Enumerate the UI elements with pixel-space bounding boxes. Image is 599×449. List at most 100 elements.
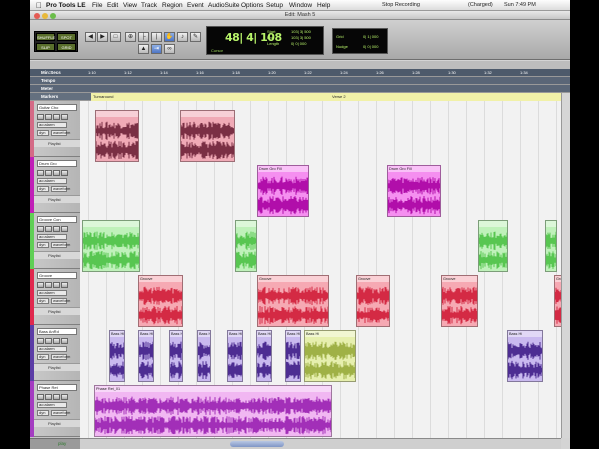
audio-region[interactable]: Bass Hi xyxy=(507,330,543,382)
audio-region[interactable] xyxy=(95,110,139,162)
input-monitor-button[interactable] xyxy=(45,338,52,344)
slip-mode-button[interactable]: SLIP xyxy=(36,43,55,51)
selector-tool-icon[interactable]: | xyxy=(151,32,162,42)
track-input-selector[interactable]: ao:alarm xyxy=(37,178,67,184)
mute-button[interactable] xyxy=(61,114,68,120)
solo-button[interactable] xyxy=(53,282,60,288)
audio-region[interactable]: Drum Gro Fill xyxy=(387,165,441,217)
playlist-selector[interactable]: Playlist xyxy=(34,139,80,147)
audio-region[interactable]: Drum Gro Fill xyxy=(257,165,309,217)
record-button[interactable] xyxy=(37,114,44,120)
apple-icon[interactable]:  xyxy=(36,0,42,11)
menu-window[interactable]: Window xyxy=(289,0,312,11)
grabber-tool-icon[interactable]: ✋ xyxy=(164,32,175,42)
record-button[interactable] xyxy=(37,282,44,288)
battery-status[interactable]: (Charged) xyxy=(468,0,493,11)
marker-verse-2[interactable]: Verse 2 xyxy=(330,93,561,101)
mute-button[interactable] xyxy=(61,226,68,232)
audio-region[interactable] xyxy=(82,220,140,272)
playlist-selector[interactable]: Playlist xyxy=(34,251,80,259)
track-name[interactable]: Bass AnRd xyxy=(37,328,77,335)
zoom-out-icon[interactable]: ◀ xyxy=(85,32,96,42)
menu-edit[interactable]: Edit xyxy=(107,0,118,11)
track-name[interactable]: Guitar Cho xyxy=(37,104,77,111)
track-name[interactable]: Phase Ret xyxy=(37,384,77,391)
menu-options[interactable]: Options xyxy=(241,0,263,11)
track-input-selector[interactable]: ao:alarm xyxy=(37,234,67,240)
audio-region[interactable]: Phase Ret_01 xyxy=(94,385,332,437)
audio-region[interactable] xyxy=(478,220,508,272)
link-icon[interactable]: ∞ xyxy=(164,44,175,54)
audio-region[interactable]: Bass Hi xyxy=(109,330,125,382)
play-label[interactable]: play xyxy=(58,441,66,446)
solo-button[interactable] xyxy=(53,394,60,400)
ruler-minsecs[interactable]: Min:Secs 1:10 1:12 1:14 1:16 1:18 1:20 1:22 1:2… xyxy=(30,69,570,77)
track-name[interactable]: Groove Con xyxy=(37,216,77,223)
menu-app[interactable]: Pro Tools LE xyxy=(46,0,86,11)
mute-button[interactable] xyxy=(61,394,68,400)
menu-audiosuite[interactable]: AudioSuite xyxy=(208,0,239,11)
marker-turnaround[interactable]: Turnaround xyxy=(91,93,331,101)
menu-setup[interactable]: Setup xyxy=(266,0,283,11)
volume-mode-selector[interactable]: dyn xyxy=(37,130,49,136)
vertical-scrollbar[interactable] xyxy=(561,93,570,438)
track-view-selector[interactable]: waveform xyxy=(51,354,70,360)
audio-region[interactable]: Bass Hi xyxy=(285,330,301,382)
pencil-tool-icon[interactable]: ✎ xyxy=(190,32,201,42)
volume-mode-selector[interactable]: dyn xyxy=(37,354,49,360)
input-monitor-button[interactable] xyxy=(45,226,52,232)
smart-tool-icon[interactable]: ▲ xyxy=(138,44,149,54)
menu-clock[interactable]: Sun 7:49 PM xyxy=(504,0,536,11)
track-header[interactable]: Drum Gro ao:alarm dyn waveform Playlist xyxy=(30,157,80,213)
stop-recording-status[interactable]: Stop Recording xyxy=(382,0,420,11)
shuffle-mode-button[interactable]: SHUFFLE xyxy=(36,33,55,41)
track-view-selector[interactable]: waveform xyxy=(51,130,70,136)
solo-button[interactable] xyxy=(53,338,60,344)
playlist-selector[interactable]: Playlist xyxy=(34,419,80,427)
menu-region[interactable]: Region xyxy=(162,0,183,11)
menu-view[interactable]: View xyxy=(123,0,137,11)
audio-region[interactable]: Bass Hi xyxy=(227,330,243,382)
audio-region[interactable]: Groove xyxy=(441,275,478,327)
playlist-selector[interactable]: Playlist xyxy=(34,195,80,203)
menu-event[interactable]: Event xyxy=(187,0,204,11)
track-header[interactable]: Groove Con ao:alarm dyn waveform Playlist xyxy=(30,213,80,269)
record-button[interactable] xyxy=(37,394,44,400)
track-header[interactable]: Bass AnRd ao:alarm dyn waveform Playlist xyxy=(30,325,80,381)
grid-mode-button[interactable]: GRID xyxy=(57,43,76,51)
solo-button[interactable] xyxy=(53,114,60,120)
zoom-in-icon[interactable]: ▶ xyxy=(97,32,108,42)
horizontal-scrollbar[interactable] xyxy=(80,438,561,449)
playlist-selector[interactable]: Playlist xyxy=(34,307,80,315)
track-input-selector[interactable]: ao:alarm xyxy=(37,122,67,128)
audio-region[interactable] xyxy=(545,220,557,272)
end-value[interactable]: 103| 3| 500 xyxy=(291,35,311,40)
mute-button[interactable] xyxy=(61,170,68,176)
main-counter[interactable]: 48| 4| 108 Cursor Start End Length 103| … xyxy=(206,26,324,55)
input-monitor-button[interactable] xyxy=(45,282,52,288)
audio-region[interactable]: Bass Hi xyxy=(138,330,154,382)
track-view-selector[interactable]: waveform xyxy=(51,186,70,192)
audio-region[interactable]: Groove xyxy=(257,275,329,327)
scrollbar-thumb[interactable] xyxy=(230,441,284,447)
track-header[interactable]: Groove ao:alarm dyn waveform Playlist xyxy=(30,269,80,325)
track-header[interactable]: Guitar Cho ao:alarm dyn waveform Playlist xyxy=(30,101,80,157)
mute-button[interactable] xyxy=(61,338,68,344)
record-button[interactable] xyxy=(37,170,44,176)
playlist-selector[interactable]: Playlist xyxy=(34,363,80,371)
ruler-meter[interactable]: Meter xyxy=(30,85,570,93)
start-value[interactable]: 103| 3| 500 xyxy=(291,29,311,34)
volume-mode-selector[interactable]: dyn xyxy=(37,186,49,192)
volume-mode-selector[interactable]: dyn xyxy=(37,242,49,248)
audio-region[interactable]: Groove xyxy=(138,275,183,327)
track-name[interactable]: Groove xyxy=(37,272,77,279)
trim-tool-icon[interactable]: ├ xyxy=(138,32,149,42)
input-monitor-button[interactable] xyxy=(45,394,52,400)
nudge-value[interactable]: 0| 0| 000 xyxy=(363,44,378,49)
grid-value[interactable]: 0| 1| 000 xyxy=(363,34,378,39)
track-header[interactable]: Phase Ret ao:alarm dyn waveform Playlist xyxy=(30,381,80,437)
audio-region[interactable]: Bass Hi xyxy=(304,330,356,382)
audio-region[interactable]: Bass Hi xyxy=(256,330,272,382)
audio-region[interactable] xyxy=(180,110,235,162)
audio-region[interactable]: Bass Hi xyxy=(169,330,183,382)
